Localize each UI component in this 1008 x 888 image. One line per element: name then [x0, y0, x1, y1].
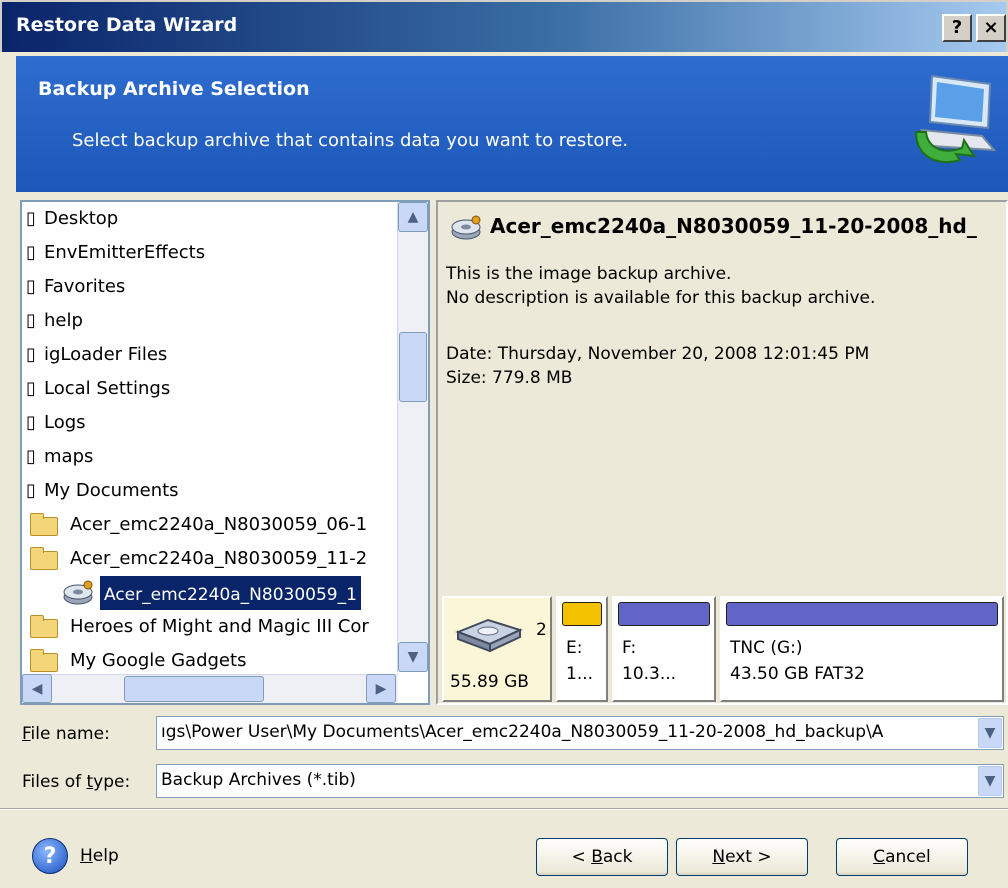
file-type-label: Files of type: — [22, 772, 131, 792]
scroll-left-arrow-icon[interactable]: ◀ — [22, 674, 52, 703]
step-description: Select backup archive that contains data… — [72, 130, 629, 151]
disk-block[interactable]: 2 55.89 GB — [442, 596, 552, 702]
file-name-value[interactable]: ıgs\Power User\My Documents\Acer_emc2240… — [161, 722, 883, 742]
tree-item-label: Logs — [44, 412, 86, 433]
help-icon[interactable]: ? — [32, 838, 68, 874]
tree-selected-archive[interactable]: Acer_emc2240a_N8030059_1 — [62, 576, 398, 610]
help-title-button[interactable]: ? — [942, 14, 972, 42]
folder-open-icon — [28, 547, 62, 570]
tree-item[interactable]: ▯ maps — [26, 440, 398, 474]
partition-g[interactable]: TNC (G:) 43.50 GB FAT32 — [720, 596, 1004, 702]
archive-date: Date: Thursday, November 20, 2008 12:01:… — [446, 344, 870, 364]
file-type-select[interactable]: Backup Archives (*.tib) ▼ — [156, 764, 1004, 798]
partition-color-bar — [618, 602, 710, 626]
archive-type-text: This is the image backup archive. — [446, 264, 732, 284]
folder-icon — [28, 615, 62, 638]
tree-item-label: Acer_emc2240a_N8030059_1 — [100, 576, 361, 610]
tree-item[interactable]: ▯ igLoader Files — [26, 338, 398, 372]
title-bar: Restore Data Wizard ? × — [0, 0, 1008, 52]
tree-item-label: My Documents — [44, 480, 179, 501]
partition-size: 1... — [566, 664, 594, 684]
tree-item[interactable]: ▯ My Documents — [26, 474, 398, 508]
partition-size: 43.50 GB FAT32 — [730, 664, 865, 684]
partition-label: F: — [622, 638, 637, 658]
scroll-down-arrow-icon[interactable]: ▼ — [398, 642, 428, 672]
chevron-down-icon[interactable]: ▼ — [978, 766, 1002, 796]
next-button[interactable]: Next > — [676, 838, 808, 876]
tree-item[interactable]: ▯ help — [26, 304, 398, 338]
horizontal-scroll-thumb[interactable] — [124, 676, 264, 702]
restore-computer-icon — [914, 74, 997, 164]
archive-icon — [62, 580, 94, 606]
partition-f[interactable]: F: 10.3... — [612, 596, 716, 702]
archive-name: Acer_emc2240a_N8030059_11-20-2008_hd_ — [490, 214, 977, 238]
folder-icon — [28, 513, 62, 536]
folder-icon — [28, 649, 62, 672]
tree-item[interactable]: ▯ Logs — [26, 406, 398, 440]
tree-item[interactable]: ▯ Local Settings — [26, 372, 398, 406]
vertical-scroll-thumb[interactable] — [399, 332, 427, 402]
tree-item-label: maps — [44, 446, 94, 467]
tree-item[interactable]: ▯ Favorites — [26, 270, 398, 304]
partition-label: E: — [566, 638, 583, 658]
tree-item-label: Local Settings — [44, 378, 171, 399]
tree-item-label: Acer_emc2240a_N8030059_11-2 — [70, 548, 368, 569]
wizard-header: Backup Archive Selection Select backup a… — [16, 56, 1008, 192]
archive-title: Acer_emc2240a_N8030059_11-20-2008_hd_ — [450, 214, 977, 241]
step-heading: Backup Archive Selection — [38, 78, 310, 100]
tree-folder-item[interactable]: Acer_emc2240a_N8030059_11-2 — [28, 542, 398, 576]
help-label: Help — [80, 846, 119, 866]
window-title: Restore Data Wizard — [16, 14, 238, 36]
tree-item-label: My Google Gadgets — [70, 650, 247, 671]
file-name-label: File name: — [22, 724, 110, 744]
tree-item[interactable]: ▯ EnvEmitterEffects — [26, 236, 398, 270]
scroll-right-arrow-icon[interactable]: ▶ — [366, 674, 396, 703]
scroll-up-arrow-icon[interactable]: ▲ — [398, 202, 428, 232]
file-name-combobox[interactable]: ıgs\Power User\My Documents\Acer_emc2240… — [156, 716, 1004, 750]
disk-number: 2 — [536, 620, 547, 640]
tree-item-label: Acer_emc2240a_N8030059_06-1 — [70, 514, 368, 535]
partition-color-bar — [726, 602, 998, 626]
tree-horizontal-scrollbar[interactable]: ◀ ▶ — [22, 674, 398, 703]
archive-info-panel: Acer_emc2240a_N8030059_11-20-2008_hd_ Th… — [436, 200, 1008, 705]
tree-folder-item[interactable]: Acer_emc2240a_N8030059_06-1 — [28, 508, 398, 542]
partition-e[interactable]: E: 1... — [556, 596, 608, 702]
tree-folder-item[interactable]: My Google Gadgets — [28, 644, 398, 678]
tree-item[interactable]: ▯ Desktop — [26, 202, 398, 236]
archive-size: Size: 779.8 MB — [446, 368, 573, 388]
archive-description-text: No description is available for this bac… — [446, 288, 876, 308]
disk-map: 2 55.89 GB E: 1... F: 10.3... TNC (G:) 4… — [442, 596, 1008, 702]
tree-item-label: Desktop — [44, 208, 119, 229]
folder-tree[interactable]: ▯ Desktop ▯ EnvEmitterEffects ▯ Favorites ▯… — [20, 200, 430, 705]
partition-color-bar — [562, 602, 602, 626]
partition-label: TNC (G:) — [730, 638, 803, 658]
close-button[interactable]: × — [976, 14, 1006, 42]
tree-item-label: EnvEmitterEffects — [44, 242, 206, 263]
disk-size: 55.89 GB — [450, 672, 529, 692]
partition-size: 10.3... — [622, 664, 677, 684]
divider — [0, 808, 1008, 810]
back-button[interactable]: < Back — [536, 838, 668, 876]
cancel-button[interactable]: Cancel — [836, 838, 968, 876]
tree-item-label: help — [44, 310, 83, 331]
tree-folder-item[interactable]: Heroes of Might and Magic III Cor — [28, 610, 398, 644]
tree-item-label: Favorites — [44, 276, 126, 297]
tree-vertical-scrollbar[interactable]: ▲ ▼ — [397, 202, 428, 672]
hard-disk-icon — [455, 618, 523, 652]
file-type-value[interactable]: Backup Archives (*.tib) — [161, 770, 356, 790]
tree-item-label: igLoader Files — [44, 344, 168, 365]
archive-icon — [450, 215, 482, 241]
tree-item-label: Heroes of Might and Magic III Cor — [70, 616, 369, 637]
chevron-down-icon[interactable]: ▼ — [978, 718, 1002, 748]
